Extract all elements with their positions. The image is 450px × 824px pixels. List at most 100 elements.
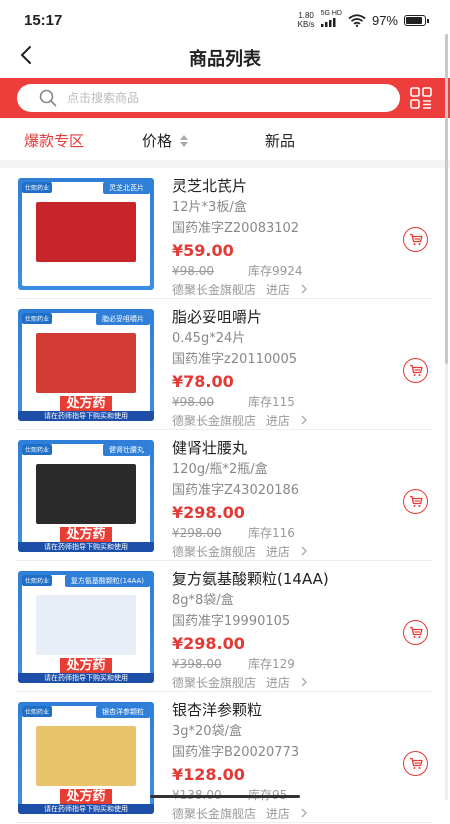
filter-new-label: 新品 xyxy=(265,130,295,151)
filter-new[interactable]: 新品 xyxy=(265,130,295,151)
prescription-label-text: 处方药 xyxy=(60,658,111,673)
product-list: 仕熙药业 灵芝北芪片 灵芝北芪片 12片*3板/盒 国药准字Z20083102 … xyxy=(0,168,450,823)
search-input[interactable] xyxy=(67,91,367,105)
page-title: 商品列表 xyxy=(189,45,261,71)
filter-hot-deals-label: 爆款专区 xyxy=(24,130,84,151)
original-price: ¥398.00 xyxy=(172,655,248,674)
battery-fill xyxy=(406,17,422,24)
chevron-right-icon xyxy=(300,677,308,687)
wifi-icon xyxy=(348,14,366,27)
product-thumbnail[interactable]: 仕熙药业 灵芝北芪片 xyxy=(18,178,154,290)
product-price: ¥78.00 xyxy=(172,370,402,393)
price-stock-row: ¥98.00 库存9924 xyxy=(172,262,402,281)
prescription-note: 请在药师指导下购买和使用 xyxy=(18,542,154,552)
stock-count: 库存115 xyxy=(248,393,295,412)
cart-icon xyxy=(409,233,423,246)
thumbnail-product-tag: 银杏洋参颗粒 xyxy=(96,706,150,718)
shop-link[interactable]: 德聚长金旗舰店 进店 xyxy=(172,412,402,431)
product-name[interactable]: 复方氨基酸颗粒(14AA) xyxy=(172,569,402,590)
home-indicator xyxy=(150,795,300,798)
prescription-label: 处方药 xyxy=(18,392,154,411)
product-info: 银杏洋参颗粒 3g*20袋/盒 国药准字B20020773 ¥128.00 ¥1… xyxy=(172,700,402,824)
product-spec: 12片*3板/盒 xyxy=(172,197,402,218)
network-speed-unit: KB/s xyxy=(298,20,315,29)
add-to-cart-button[interactable] xyxy=(403,751,428,776)
product-item[interactable]: 仕熙药业 脂必妥咀嚼片 处方药 请在药师指导下购买和使用 脂必妥咀嚼片 0.45… xyxy=(16,299,432,430)
product-price: ¥128.00 xyxy=(172,763,402,786)
back-button[interactable] xyxy=(14,40,38,70)
brand-badge: 仕熙药业 xyxy=(22,313,52,324)
thumbnail-product-tag: 灵芝北芪片 xyxy=(103,182,150,194)
product-info: 脂必妥咀嚼片 0.45g*24片 国药准字z20110005 ¥78.00 ¥9… xyxy=(172,307,402,431)
add-to-cart-button[interactable] xyxy=(403,620,428,645)
product-box-image xyxy=(36,595,136,655)
approval-number: 国药准字z20110005 xyxy=(172,349,402,370)
sort-down-icon xyxy=(180,142,188,147)
product-name[interactable]: 灵芝北芪片 xyxy=(172,176,402,197)
cart-icon xyxy=(409,757,423,770)
product-thumbnail[interactable]: 仕熙药业 健肾壮腰丸 处方药 请在药师指导下购买和使用 xyxy=(18,440,154,552)
shop-link[interactable]: 德聚长金旗舰店 进店 xyxy=(172,543,402,562)
shop-link[interactable]: 德聚长金旗舰店 进店 xyxy=(172,281,402,300)
stock-count: 库存9924 xyxy=(248,262,303,281)
filter-price-label: 价格 xyxy=(142,130,172,151)
enter-shop-label: 进店 xyxy=(266,807,290,821)
cart-icon xyxy=(409,495,423,508)
product-thumbnail[interactable]: 仕熙药业 复方氨基酸颗粒(14AA) 处方药 请在药师指导下购买和使用 xyxy=(18,571,154,683)
prescription-label: 处方药 xyxy=(18,654,154,673)
prescription-label: 处方药 xyxy=(18,785,154,804)
filter-hot-deals[interactable]: 爆款专区 xyxy=(24,130,84,151)
scan-icon[interactable] xyxy=(410,87,432,109)
prescription-note: 请在药师指导下购买和使用 xyxy=(18,673,154,683)
product-item[interactable]: 仕熙药业 灵芝北芪片 灵芝北芪片 12片*3板/盒 国药准字Z20083102 … xyxy=(16,168,432,299)
shop-name: 德聚长金旗舰店 xyxy=(172,414,256,428)
approval-number: 国药准字Z43020186 xyxy=(172,480,402,501)
product-spec: 120g/瓶*2瓶/盒 xyxy=(172,459,402,480)
original-price: ¥298.00 xyxy=(172,524,248,543)
signal-bars-icon xyxy=(321,18,337,27)
stock-count: 库存129 xyxy=(248,655,295,674)
shop-link[interactable]: 德聚长金旗舰店 进店 xyxy=(172,674,402,693)
prescription-label: 处方药 xyxy=(18,523,154,542)
product-name[interactable]: 健肾壮腰丸 xyxy=(172,438,402,459)
product-item[interactable]: 仕熙药业 健肾壮腰丸 处方药 请在药师指导下购买和使用 健肾壮腰丸 120g/瓶… xyxy=(16,430,432,561)
prescription-label-text: 处方药 xyxy=(60,789,111,804)
price-stock-row: ¥298.00 库存116 xyxy=(172,524,402,543)
brand-badge: 仕熙药业 xyxy=(22,575,52,586)
price-stock-row: ¥398.00 库存129 xyxy=(172,655,402,674)
product-name[interactable]: 脂必妥咀嚼片 xyxy=(172,307,402,328)
chevron-left-icon xyxy=(19,45,33,65)
add-to-cart-button[interactable] xyxy=(403,489,428,514)
approval-number: 国药准字Z20083102 xyxy=(172,218,402,239)
prescription-label-text: 处方药 xyxy=(60,396,111,411)
battery-icon xyxy=(404,15,426,26)
enter-shop-label: 进店 xyxy=(266,283,290,297)
filter-price[interactable]: 价格 xyxy=(142,130,188,151)
prescription-note: 请在药师指导下购买和使用 xyxy=(18,804,154,814)
add-to-cart-button[interactable] xyxy=(403,358,428,383)
search-field[interactable] xyxy=(17,84,400,112)
product-item[interactable]: 仕熙药业 银杏洋参颗粒 处方药 请在药师指导下购买和使用 银杏洋参颗粒 3g*2… xyxy=(16,692,432,823)
sort-up-icon xyxy=(180,135,188,140)
search-icon xyxy=(39,89,57,107)
scrollbar-thumb[interactable] xyxy=(445,34,448,364)
product-thumbnail[interactable]: 仕熙药业 银杏洋参颗粒 处方药 请在药师指导下购买和使用 xyxy=(18,702,154,814)
product-thumbnail[interactable]: 仕熙药业 脂必妥咀嚼片 处方药 请在药师指导下购买和使用 xyxy=(18,309,154,421)
product-name[interactable]: 银杏洋参颗粒 xyxy=(172,700,402,721)
product-info: 复方氨基酸颗粒(14AA) 8g*8袋/盒 国药准字19990105 ¥298.… xyxy=(172,569,402,693)
thumbnail-product-tag: 脂必妥咀嚼片 xyxy=(96,313,150,325)
network-speed: 1.80 KB/s xyxy=(298,11,315,29)
add-to-cart-button[interactable] xyxy=(403,227,428,252)
shop-name: 德聚长金旗舰店 xyxy=(172,545,256,559)
product-item[interactable]: 仕熙药业 复方氨基酸颗粒(14AA) 处方药 请在药师指导下购买和使用 复方氨基… xyxy=(16,561,432,692)
status-time: 15:17 xyxy=(24,12,62,29)
filter-bar: 爆款专区 价格 新品 xyxy=(0,118,450,160)
status-icons: 1.80 KB/s 5G HD 97% xyxy=(298,10,426,30)
enter-shop-label: 进店 xyxy=(266,676,290,690)
thumbnail-product-tag: 健肾壮腰丸 xyxy=(103,444,150,456)
thumbnail-product-tag: 复方氨基酸颗粒(14AA) xyxy=(65,575,150,587)
prescription-note: 请在药师指导下购买和使用 xyxy=(18,411,154,421)
enter-shop-label: 进店 xyxy=(266,414,290,428)
shop-name: 德聚长金旗舰店 xyxy=(172,807,256,821)
shop-link[interactable]: 德聚长金旗舰店 进店 xyxy=(172,805,402,824)
